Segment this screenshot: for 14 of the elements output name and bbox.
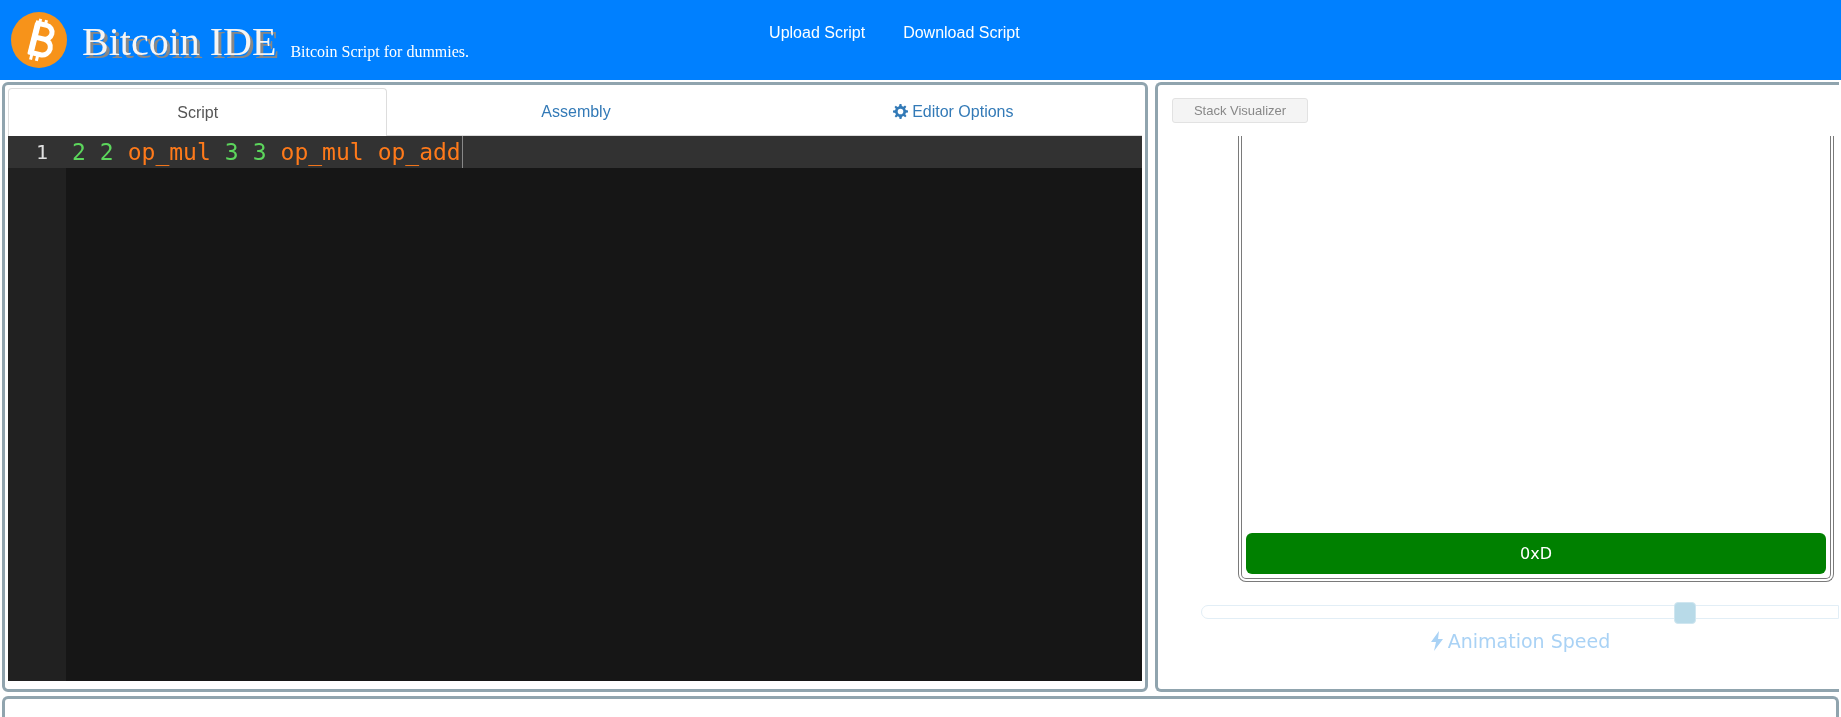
stack-item: 0xD <box>1246 533 1826 574</box>
code-line: 2 2 op_mul 3 3 op_mul op_add <box>72 136 463 168</box>
logo-icon <box>10 11 68 69</box>
editor-tab[interactable]: Script <box>8 88 388 136</box>
lightning-icon <box>1429 631 1444 652</box>
slider-thumb[interactable] <box>1674 602 1697 624</box>
app-title: Bitcoin IDE <box>82 18 277 66</box>
line-number: 1 <box>34 139 48 166</box>
stack-visualizer-button[interactable]: Stack Visualizer <box>1172 98 1308 123</box>
nav-link[interactable]: Upload Script <box>769 21 866 45</box>
settings-icon <box>893 104 909 119</box>
nav-link[interactable]: Download Script <box>903 21 1020 45</box>
app-subtitle: Bitcoin Script for dummies. <box>290 42 470 63</box>
animation-speed-label: Animation Speed <box>1447 629 1611 654</box>
